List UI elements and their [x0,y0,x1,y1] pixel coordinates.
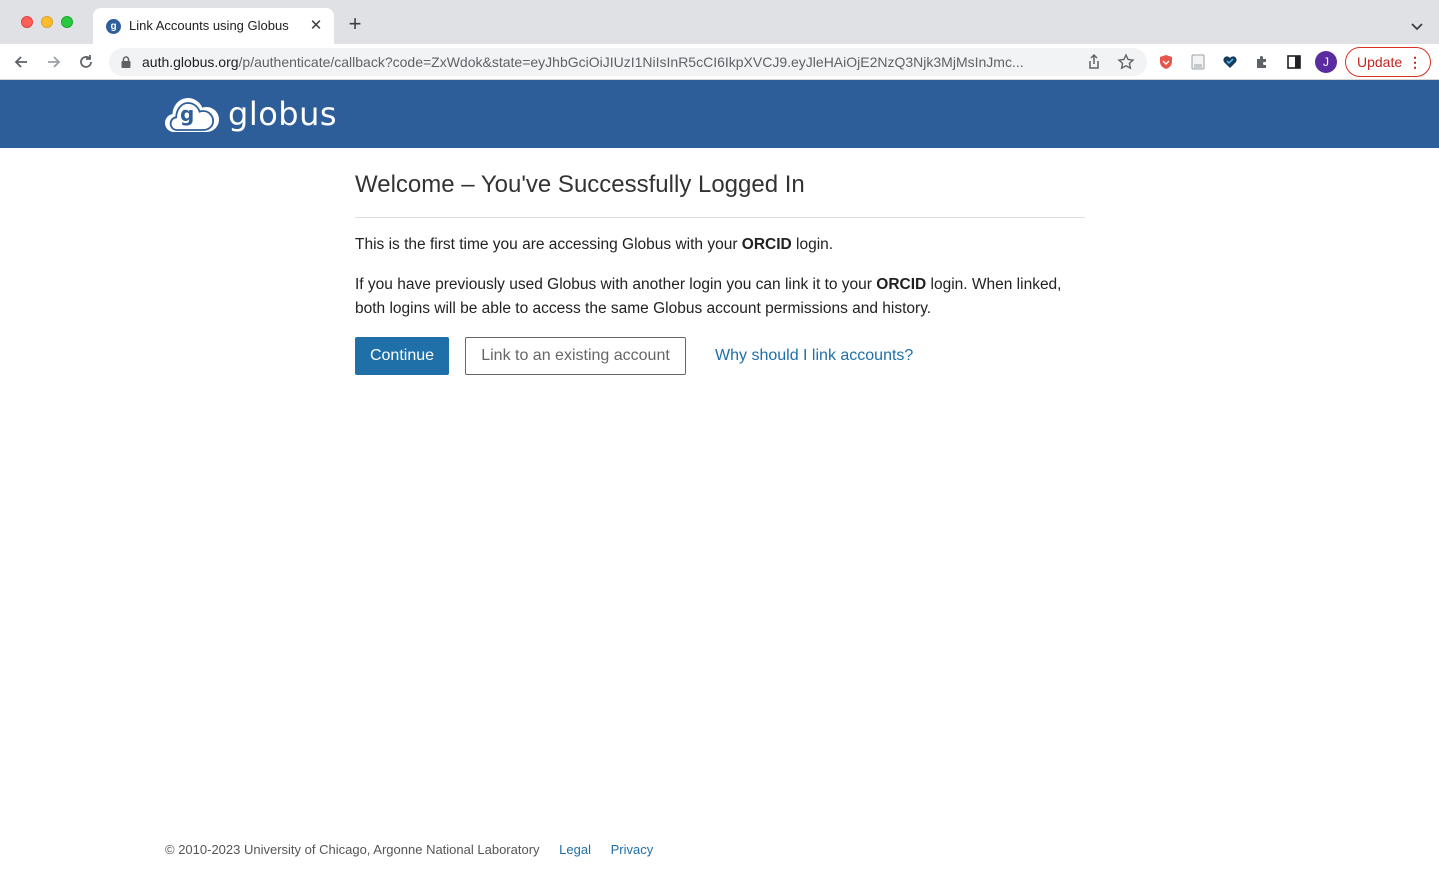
update-label: Update [1357,54,1403,70]
main-content: Welcome – You've Successfully Logged In … [355,148,1085,375]
puzzle-icon[interactable] [1252,52,1272,72]
shield-icon[interactable] [1156,52,1176,72]
minimize-window-button[interactable] [41,16,53,28]
maximize-window-button[interactable] [61,16,73,28]
lock-icon[interactable] [119,55,133,69]
reload-icon[interactable] [73,49,99,75]
document-icon[interactable] [1188,52,1208,72]
tab-title: Link Accounts using Globus [129,18,289,33]
menu-dots-icon[interactable]: ⋮ [1408,48,1422,76]
address-bar[interactable]: auth.globus.org/p/authenticate/callback?… [109,48,1147,76]
legal-link[interactable]: Legal [559,842,591,857]
first-time-message: This is the first time you are accessing… [355,236,834,253]
sidepanel-icon[interactable] [1284,52,1304,72]
site-header: g globus [0,80,1439,148]
provider-name: ORCID [876,276,927,293]
title-divider [355,217,1085,218]
browser-tab-strip: g Link Accounts using Globus ✕ + [0,0,1439,44]
share-icon[interactable] [1085,53,1103,71]
privacy-link[interactable]: Privacy [611,842,654,857]
link-explanation: If you have previously used Globus with … [355,276,1062,317]
tab-close-icon[interactable]: ✕ [306,16,326,36]
globus-favicon-icon: g [106,19,121,34]
svg-text:g: g [180,102,194,126]
globus-cloud-icon: g [165,98,219,132]
close-window-button[interactable] [21,16,33,28]
browser-tab[interactable]: g Link Accounts using Globus ✕ [93,8,334,44]
tab-search-chevron-icon[interactable] [1405,14,1429,38]
actions: Continue Link to an existing account Why… [355,337,1085,375]
update-button[interactable]: Update ⋮ [1345,47,1431,77]
profile-avatar[interactable]: J [1315,51,1337,73]
footer: © 2010-2023 University of Chicago, Argon… [165,842,653,857]
url-host: auth.globus.org [142,54,239,70]
back-icon[interactable] [8,49,34,75]
new-tab-icon[interactable]: + [343,12,367,36]
star-icon[interactable] [1117,53,1135,71]
url-path: /p/authenticate/callback?code=ZxWdok&sta… [238,54,1024,70]
globus-logo[interactable]: g globus [164,92,337,136]
continue-button[interactable]: Continue [355,337,449,375]
heart-icon[interactable] [1220,52,1240,72]
why-link-accounts-link[interactable]: Why should I link accounts? [715,337,913,375]
page-title: Welcome – You've Successfully Logged In [355,171,805,198]
url-text[interactable]: auth.globus.org/p/authenticate/callback?… [142,54,1072,70]
copyright-text: © 2010-2023 University of Chicago, Argon… [165,842,540,857]
link-existing-account-button[interactable]: Link to an existing account [465,337,686,375]
provider-name: ORCID [741,236,792,253]
forward-icon[interactable] [41,49,67,75]
logo-text: globus [228,95,338,133]
browser-toolbar: auth.globus.org/p/authenticate/callback?… [0,44,1439,80]
